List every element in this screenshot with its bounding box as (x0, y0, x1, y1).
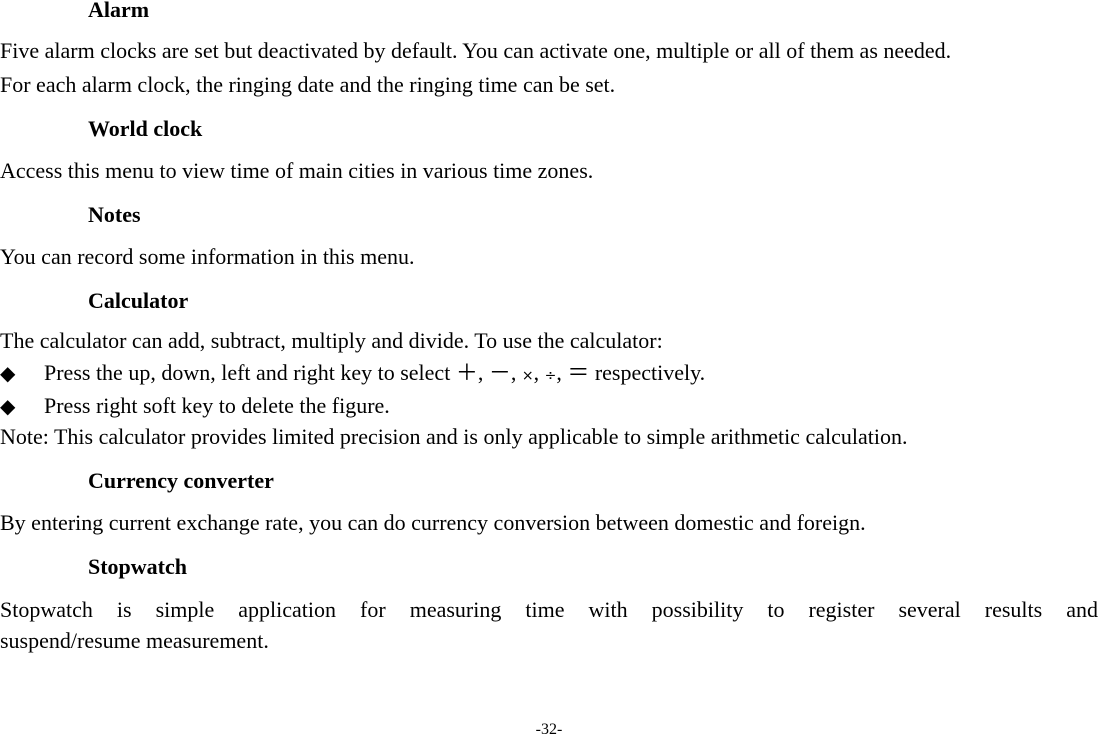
bullet-2-text: Press right soft key to delete the figur… (44, 393, 390, 418)
diamond-bullet-icon: ◆ (0, 396, 16, 418)
minus-symbol: － (488, 361, 511, 386)
plus-symbol: ＋ (455, 361, 478, 386)
stopwatch-text-line-1: Stopwatch is simple application for meas… (0, 597, 1098, 622)
section-heading-stopwatch: Stopwatch (88, 554, 188, 579)
equals-symbol: ＝ (567, 361, 590, 386)
page-number: -32- (535, 721, 563, 738)
world-clock-text: Access this menu to view time of main ci… (0, 158, 594, 183)
divide-symbol: ÷ (544, 368, 557, 384)
calculator-bullet-2: ◆ Press right soft key to delete the fig… (0, 393, 390, 420)
calculator-intro: The calculator can add, subtract, multip… (0, 328, 663, 353)
section-heading-world-clock: World clock (88, 116, 203, 141)
bullet-1-prefix: Press the up, down, left and right key t… (44, 360, 451, 385)
alarm-text-line-2: For each alarm clock, the ringing date a… (0, 72, 616, 97)
notes-text: You can record some information in this … (0, 244, 415, 269)
section-heading-currency-converter: Currency converter (88, 468, 274, 493)
stopwatch-text-line-2: suspend/resume measurement. (0, 628, 269, 653)
alarm-text-line-1: Five alarm clocks are set but deactivate… (0, 38, 952, 63)
diamond-bullet-icon: ◆ (0, 363, 16, 385)
bullet-1-suffix: respectively. (594, 360, 706, 385)
times-symbol: × (521, 368, 534, 384)
section-heading-alarm: Alarm (88, 0, 150, 22)
calculator-bullet-1: ◆ Press the up, down, left and right key… (0, 360, 706, 386)
calculator-note: Note: This calculator provides limited p… (0, 424, 908, 449)
section-heading-calculator: Calculator (88, 288, 189, 313)
currency-converter-text: By entering current exchange rate, you c… (0, 510, 866, 535)
section-heading-notes: Notes (88, 202, 141, 227)
